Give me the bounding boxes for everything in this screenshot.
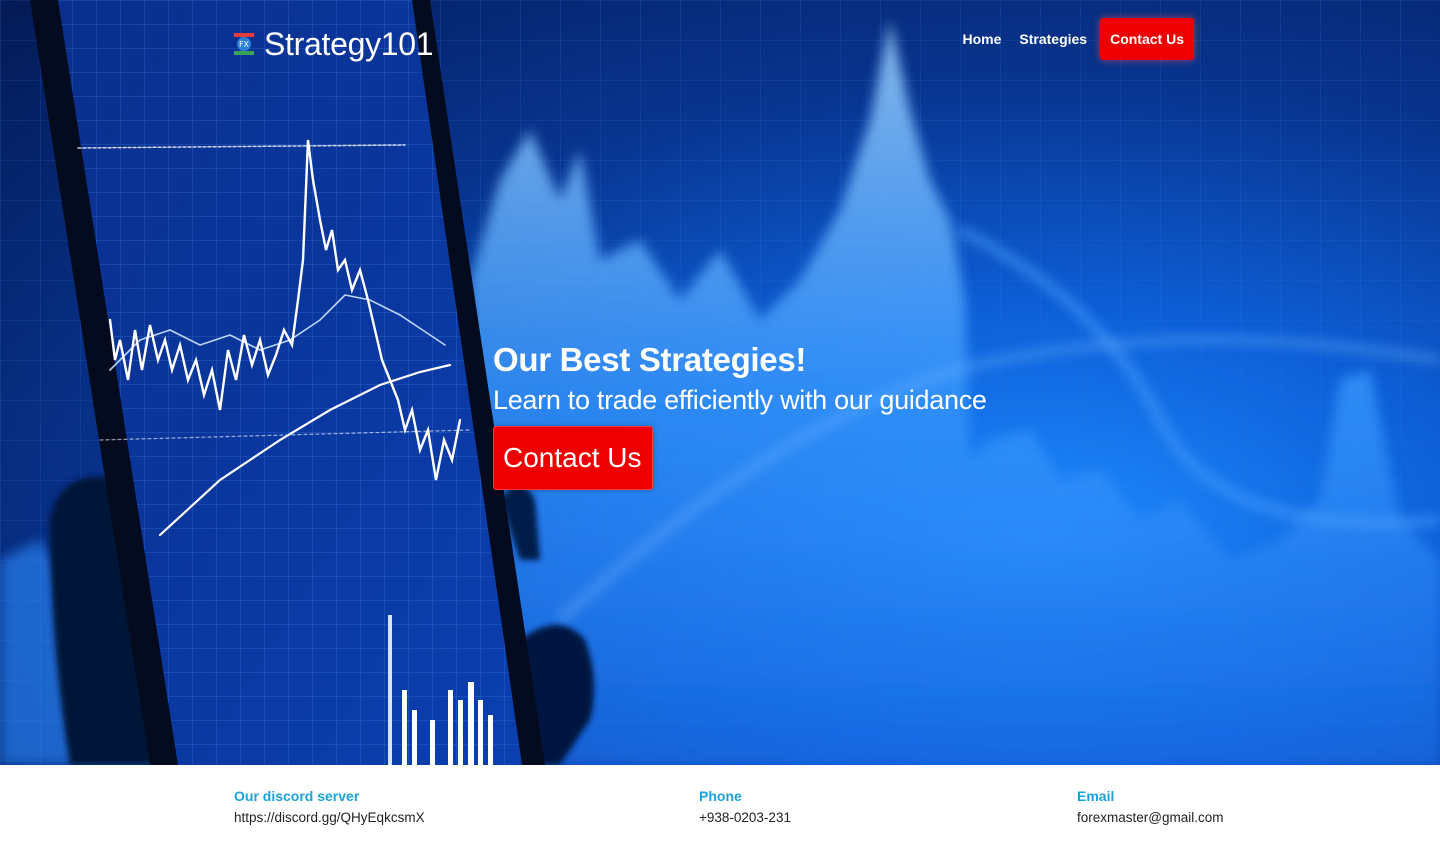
footer-discord-heading: Our discord server (234, 788, 360, 804)
nav-menu: Home Strategies Contact Us (953, 18, 1194, 60)
footer-email-heading: Email (1077, 788, 1115, 804)
hero-title: Our Best Strategies! (493, 341, 807, 378)
footer-email-value[interactable]: forexmaster@gmail.com (1077, 809, 1224, 827)
nav-link-contact-us[interactable]: Contact Us (1100, 18, 1194, 60)
footer-discord-link[interactable]: https://discord.gg/QHyEqkcsmX (234, 809, 425, 827)
svg-text:FX: FX (239, 40, 250, 49)
footer-phone-value[interactable]: +938-0203-231 (699, 809, 791, 827)
footer-phone: Phone +938-0203-231 (699, 787, 791, 827)
navbar: FX Strategy101 Home Strategies Contact U… (0, 0, 1440, 86)
hero-subtitle: Learn to trade efficiently with our guid… (493, 385, 987, 415)
footer-email: Email forexmaster@gmail.com (1077, 787, 1224, 827)
footer-phone-heading: Phone (699, 788, 742, 804)
hero-content: Our Best Strategies! Learn to trade effi… (493, 338, 1093, 490)
footer: Our discord server https://discord.gg/QH… (0, 765, 1440, 856)
nav-link-strategies[interactable]: Strategies (1010, 18, 1096, 60)
forex-logo-icon: FX (232, 31, 256, 57)
nav-link-home[interactable]: Home (953, 18, 1010, 60)
brand-name: Strategy101 (264, 26, 434, 62)
brand-link[interactable]: FX Strategy101 (232, 24, 434, 64)
footer-discord: Our discord server https://discord.gg/QH… (234, 787, 425, 827)
hero-section: FX Strategy101 Home Strategies Contact U… (0, 0, 1440, 765)
contact-us-button[interactable]: Contact Us (493, 426, 653, 490)
